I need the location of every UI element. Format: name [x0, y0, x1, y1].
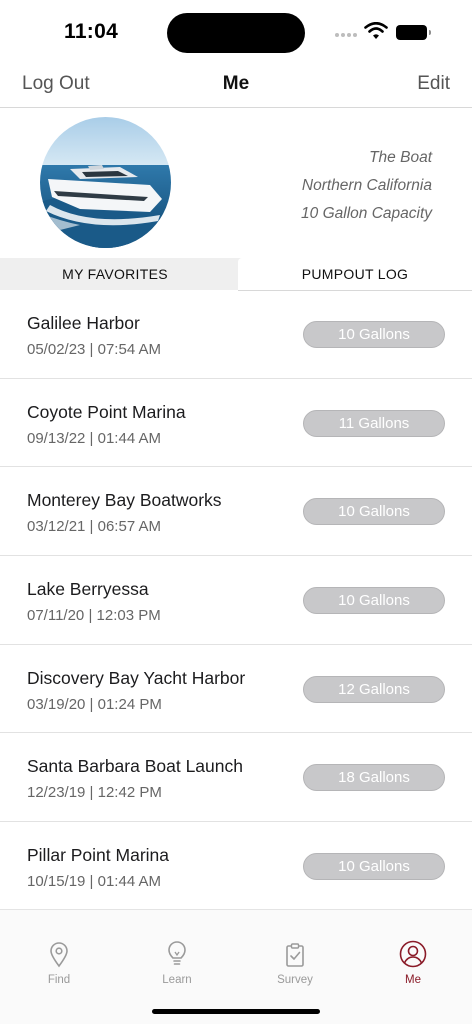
tab-bar-me-label: Me	[405, 974, 421, 986]
log-location: Coyote Point Marina	[27, 401, 186, 422]
tab-my-favorites[interactable]: MY FAVORITES	[0, 258, 230, 290]
log-datetime: 12/23/19 | 12:42 PM	[27, 784, 162, 802]
gallons-badge: 10 Gallons	[303, 498, 445, 526]
tab-bar-learn[interactable]: Learn	[137, 938, 217, 986]
log-datetime: 03/12/21 | 06:57 AM	[27, 518, 161, 536]
wifi-icon	[364, 22, 388, 39]
map-pin-icon	[50, 942, 68, 968]
pumpout-log-list: Galilee Harbor 05/02/23 | 07:54 AM 10 Ga…	[0, 290, 472, 911]
log-row[interactable]: Galilee Harbor 05/02/23 | 07:54 AM 10 Ga…	[0, 290, 472, 379]
log-location: Monterey Bay Boatworks	[27, 490, 222, 511]
boat-region: Northern California	[301, 177, 432, 194]
boat-capacity: 10 Gallon Capacity	[301, 205, 432, 222]
gallons-badge: 12 Gallons	[303, 675, 445, 703]
gallons-badge: 10 Gallons	[303, 321, 445, 348]
log-datetime: 07/11/20 | 12:03 PM	[27, 607, 161, 625]
segmented-tabs: MY FAVORITES PUMPOUT LOG	[0, 258, 472, 290]
person-circle-icon	[399, 940, 427, 968]
tab-bar-me[interactable]: Me	[373, 938, 453, 986]
cellular-signal-icon	[335, 33, 357, 37]
home-indicator[interactable]	[152, 1009, 320, 1014]
tab-bar-survey[interactable]: Survey	[255, 938, 335, 986]
clipboard-check-icon	[286, 943, 304, 967]
tab-bar-learn-label: Learn	[162, 974, 192, 986]
boat-name: The Boat	[369, 149, 432, 166]
log-datetime: 03/19/20 | 01:24 PM	[27, 695, 162, 713]
navigation-bar: Log Out Me Edit	[0, 62, 472, 108]
gallons-badge: 18 Gallons	[303, 764, 445, 792]
edit-button[interactable]: Edit	[417, 73, 450, 95]
log-datetime: 09/13/22 | 01:44 AM	[27, 429, 161, 447]
gallons-badge: 10 Gallons	[303, 587, 445, 615]
status-bar: 11:04	[0, 0, 472, 62]
log-location: Discovery Bay Yacht Harbor	[27, 667, 246, 688]
log-datetime: 10/15/19 | 01:44 AM	[27, 873, 161, 891]
dynamic-island	[167, 13, 305, 53]
boat-details: The Boat Northern California 10 Gallon C…	[301, 144, 432, 228]
tab-bar-survey-label: Survey	[277, 974, 313, 986]
log-datetime: 05/02/23 | 07:54 AM	[27, 341, 161, 358]
lightbulb-icon	[168, 941, 186, 965]
log-row[interactable]: Monterey Bay Boatworks 03/12/21 | 06:57 …	[0, 467, 472, 557]
log-location: Pillar Point Marina	[27, 845, 169, 866]
gallons-badge: 10 Gallons	[303, 853, 445, 881]
battery-icon	[396, 25, 431, 40]
tab-bar-find[interactable]: Find	[19, 938, 99, 986]
log-row[interactable]: Discovery Bay Yacht Harbor 03/19/20 | 01…	[0, 645, 472, 734]
tab-pumpout-log[interactable]: PUMPOUT LOG	[238, 258, 472, 290]
log-row[interactable]: Pillar Point Marina 10/15/19 | 01:44 AM …	[0, 822, 472, 911]
log-row[interactable]: Coyote Point Marina 09/13/22 | 01:44 AM …	[0, 379, 472, 468]
profile-header: The Boat Northern California 10 Gallon C…	[0, 108, 472, 258]
status-time: 11:04	[64, 20, 119, 43]
tab-bar-find-label: Find	[47, 974, 71, 986]
log-location: Galilee Harbor	[27, 313, 140, 333]
bottom-tab-bar: Find Learn Survey Me	[0, 909, 472, 1024]
page-title: Me	[222, 73, 250, 94]
boat-photo	[40, 117, 171, 248]
log-location: Santa Barbara Boat Launch	[27, 756, 243, 777]
log-row[interactable]: Lake Berryessa 07/11/20 | 12:03 PM 10 Ga…	[0, 556, 472, 645]
log-row[interactable]: Santa Barbara Boat Launch 12/23/19 | 12:…	[0, 733, 472, 823]
gallons-badge: 11 Gallons	[303, 409, 445, 437]
log-location: Lake Berryessa	[27, 579, 149, 600]
